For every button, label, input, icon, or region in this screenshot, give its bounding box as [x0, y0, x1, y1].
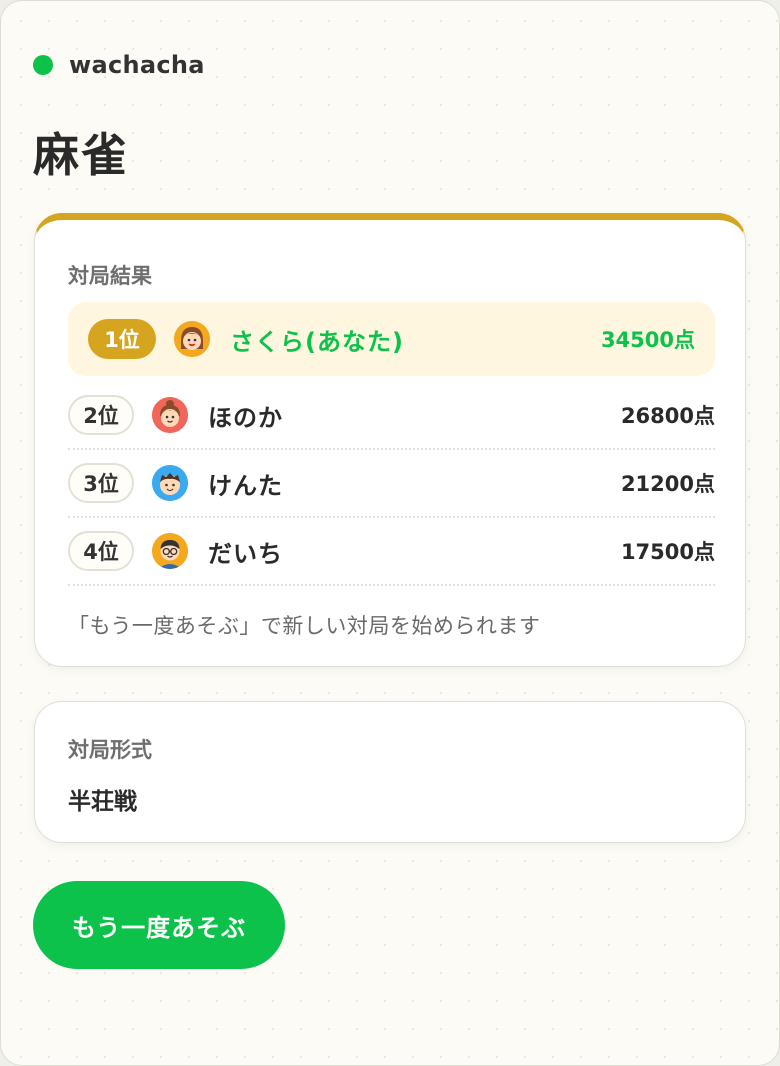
result-note: 「もう一度あそぶ」で新しい対局を始められます	[68, 614, 541, 638]
brand: wachacha	[33, 51, 205, 79]
player-name: だいち	[208, 539, 283, 568]
player-name: ほのか	[208, 403, 283, 432]
boy-avatar-icon	[152, 465, 188, 501]
result-card: 対局結果 1位 さくら(あなた) 34500点 2位 ほのか 26800点 3位…	[34, 213, 746, 667]
format-label: 対局形式	[68, 738, 152, 762]
result-label: 対局結果	[68, 264, 152, 288]
player-score: 21200点	[620, 472, 715, 496]
player-score: 26800点	[620, 404, 715, 428]
status-dot-icon	[33, 55, 53, 75]
format-value: 半荘戦	[68, 789, 137, 815]
format-card: 対局形式 半荘戦	[34, 701, 746, 843]
girl-avatar-icon	[174, 321, 210, 357]
ranking-row-4: 4位 だいち 17500点	[68, 518, 715, 586]
app-frame: wachacha 麻雀 対局結果 1位 さくら(あなた) 34500点 2位 ほ…	[0, 0, 780, 1066]
ranking-row-1: 1位 さくら(あなた) 34500点	[68, 302, 715, 376]
play-again-button[interactable]: もう一度あそぶ	[33, 881, 285, 969]
rank-badge: 1位	[88, 319, 156, 359]
rank-badge: 4位	[68, 531, 134, 571]
ranking-row-3: 3位 けんた 21200点	[68, 450, 715, 518]
girl-avatar-icon	[152, 397, 188, 433]
boy-glasses-avatar-icon	[152, 533, 188, 569]
player-score: 34500点	[600, 328, 695, 352]
rank-badge: 3位	[68, 463, 134, 503]
player-name: さくら(あなた)	[230, 327, 404, 356]
player-score: 17500点	[620, 540, 715, 564]
rank-badge: 2位	[68, 395, 134, 435]
page-title: 麻雀	[33, 128, 129, 182]
ranking-row-2: 2位 ほのか 26800点	[68, 382, 715, 450]
brand-name: wachacha	[69, 51, 205, 79]
player-name: けんた	[208, 471, 283, 500]
